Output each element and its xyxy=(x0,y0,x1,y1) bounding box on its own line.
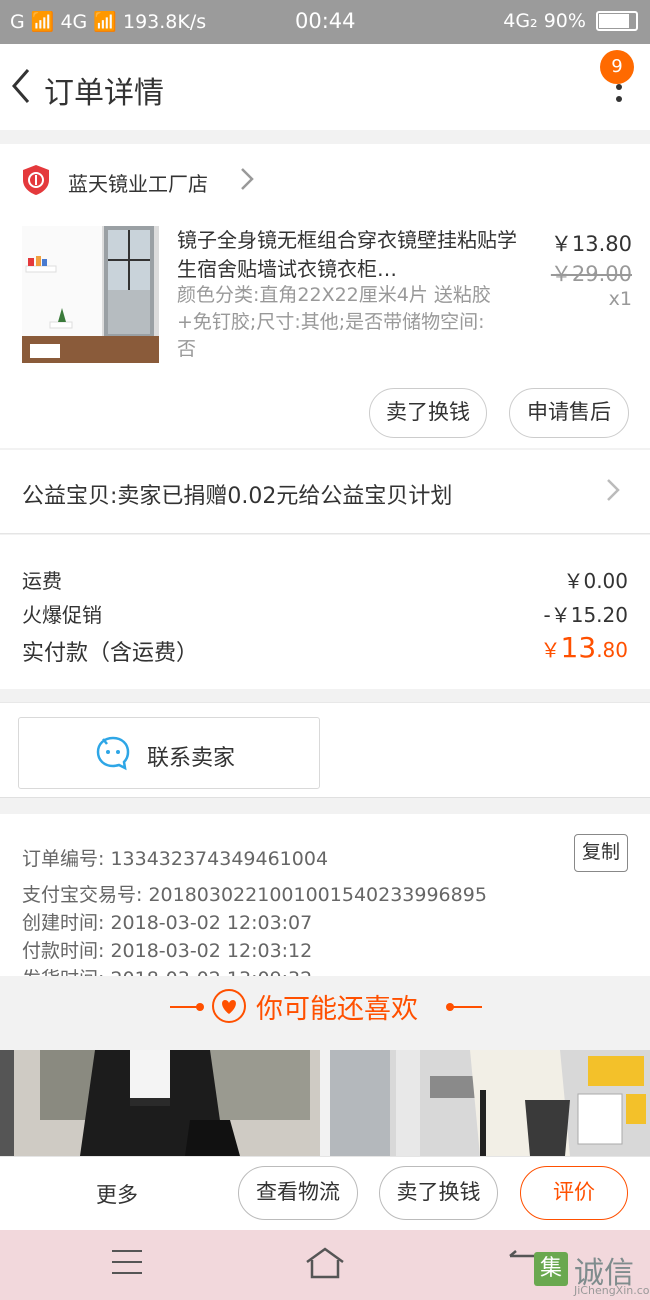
copy-button[interactable]: 复制 xyxy=(574,834,628,872)
chevron-right-icon[interactable] xyxy=(238,166,256,192)
paid-time: 付款时间: 2018-03-02 12:03:12 xyxy=(22,940,313,962)
watermark-icon: 集 xyxy=(534,1252,568,1286)
recommend-dot-left xyxy=(196,1003,204,1011)
battery-icon xyxy=(596,11,638,31)
alipay-trade-number: 支付宝交易号: 2018030221001001540233996895 xyxy=(22,884,487,906)
contact-seller-label: 联系卖家 xyxy=(147,746,236,771)
recommend-header: 你可能还喜欢 xyxy=(0,976,650,1040)
shipped-time: 发货时间: 2018-03-02 13:09:32 xyxy=(22,964,312,976)
shop-badge-icon xyxy=(23,165,49,195)
sell-item-button[interactable]: 卖了换钱 xyxy=(379,1166,498,1220)
charity-text: 公益宝贝:卖家已捐赠0.02元给公益宝贝计划 xyxy=(22,484,453,509)
more-button[interactable]: 更多 xyxy=(96,1179,138,1209)
charity-row[interactable]: 公益宝贝:卖家已捐赠0.02元给公益宝贝计划 xyxy=(0,450,650,534)
created-time: 创建时间: 2018-03-02 12:03:07 xyxy=(22,912,313,934)
product-thumbnail[interactable] xyxy=(22,226,159,363)
product-quantity: x1 xyxy=(608,288,632,310)
status-bar: G 📶 4G 📶 193.8K/s 00:44 4G₂ 90% xyxy=(0,0,650,44)
bottom-action-bar: 更多 查看物流 卖了换钱 评价 xyxy=(0,1156,650,1230)
paid-decimal: .80 xyxy=(596,638,628,662)
home-icon[interactable] xyxy=(304,1246,346,1280)
paid-integer: 13 xyxy=(560,631,597,664)
paid-amount: ￥13.80 xyxy=(541,631,628,664)
product-attributes: 颜色分类:直角22X22厘米4片 送粘胶+免钉胶;尺寸:其他;是否带储物空间:否 xyxy=(177,284,491,360)
notification-badge: 9 xyxy=(600,50,634,84)
view-logistics-button[interactable]: 查看物流 xyxy=(238,1166,358,1220)
after-sale-button[interactable]: 申请售后 xyxy=(509,388,629,438)
product-price: ￥13.80 xyxy=(550,232,632,256)
product-original-price: ￥29.00 xyxy=(550,262,632,286)
promo-label: 火爆促销 xyxy=(22,603,102,627)
shipping-value: ￥0.00 xyxy=(563,569,628,593)
promo-value: -￥15.20 xyxy=(543,603,628,627)
status-time: 00:44 xyxy=(295,9,356,33)
recommend-product-image[interactable] xyxy=(0,1050,320,1156)
recommend-divider-right xyxy=(452,1006,482,1008)
sell-item-button[interactable]: 卖了换钱 xyxy=(369,388,487,438)
fees-section: 运费 ￥0.00 火爆促销 -￥15.20 实付款（含运费） ￥13.80 xyxy=(0,535,650,689)
order-number: 订单编号: 133432374349461004 xyxy=(22,848,329,870)
watermark-logo: 集 诚信 JiChengXin.com xyxy=(532,1246,650,1300)
product-title[interactable]: 镜子全身镜无框组合穿衣镜壁挂粘贴学生宿舍贴墙试衣镜衣柜… xyxy=(177,226,517,284)
shipping-label: 运费 xyxy=(22,569,62,593)
rate-button[interactable]: 评价 xyxy=(520,1166,628,1220)
status-battery-text: 4G₂ 90% xyxy=(503,10,586,32)
chevron-right-icon xyxy=(607,479,620,501)
recommend-title: 你可能还喜欢 xyxy=(256,994,418,1025)
back-arrow-icon[interactable] xyxy=(8,66,38,106)
status-right: 4G₂ 90% xyxy=(503,10,638,32)
chat-bubble-icon xyxy=(96,736,130,771)
system-nav-bar: 集 诚信 JiChengXin.com xyxy=(0,1230,650,1300)
menu-icon[interactable] xyxy=(112,1250,142,1276)
order-item-card: 蓝天镜业工厂店 镜子全身镜无框组合穿衣镜壁挂粘贴学生宿舍贴墙试衣镜衣柜… 颜色分… xyxy=(0,144,650,448)
watermark-subtext: JiChengXin.com xyxy=(574,1284,650,1297)
shop-name[interactable]: 蓝天镜业工厂店 xyxy=(68,168,208,197)
page-title: 订单详情 xyxy=(44,76,164,111)
heart-icon xyxy=(212,989,246,1023)
order-info-section: 订单编号: 133432374349461004 复制 支付宝交易号: 2018… xyxy=(0,814,650,976)
contact-section: 联系卖家 xyxy=(0,702,650,798)
status-left: G 📶 4G 📶 193.8K/s xyxy=(10,11,207,33)
paid-currency: ￥ xyxy=(540,638,561,662)
recommend-product-image[interactable] xyxy=(330,1050,650,1156)
paid-label: 实付款（含运费） xyxy=(22,641,199,666)
header-bar: 订单详情 xyxy=(0,44,650,130)
contact-seller-button[interactable]: 联系卖家 xyxy=(18,717,320,789)
